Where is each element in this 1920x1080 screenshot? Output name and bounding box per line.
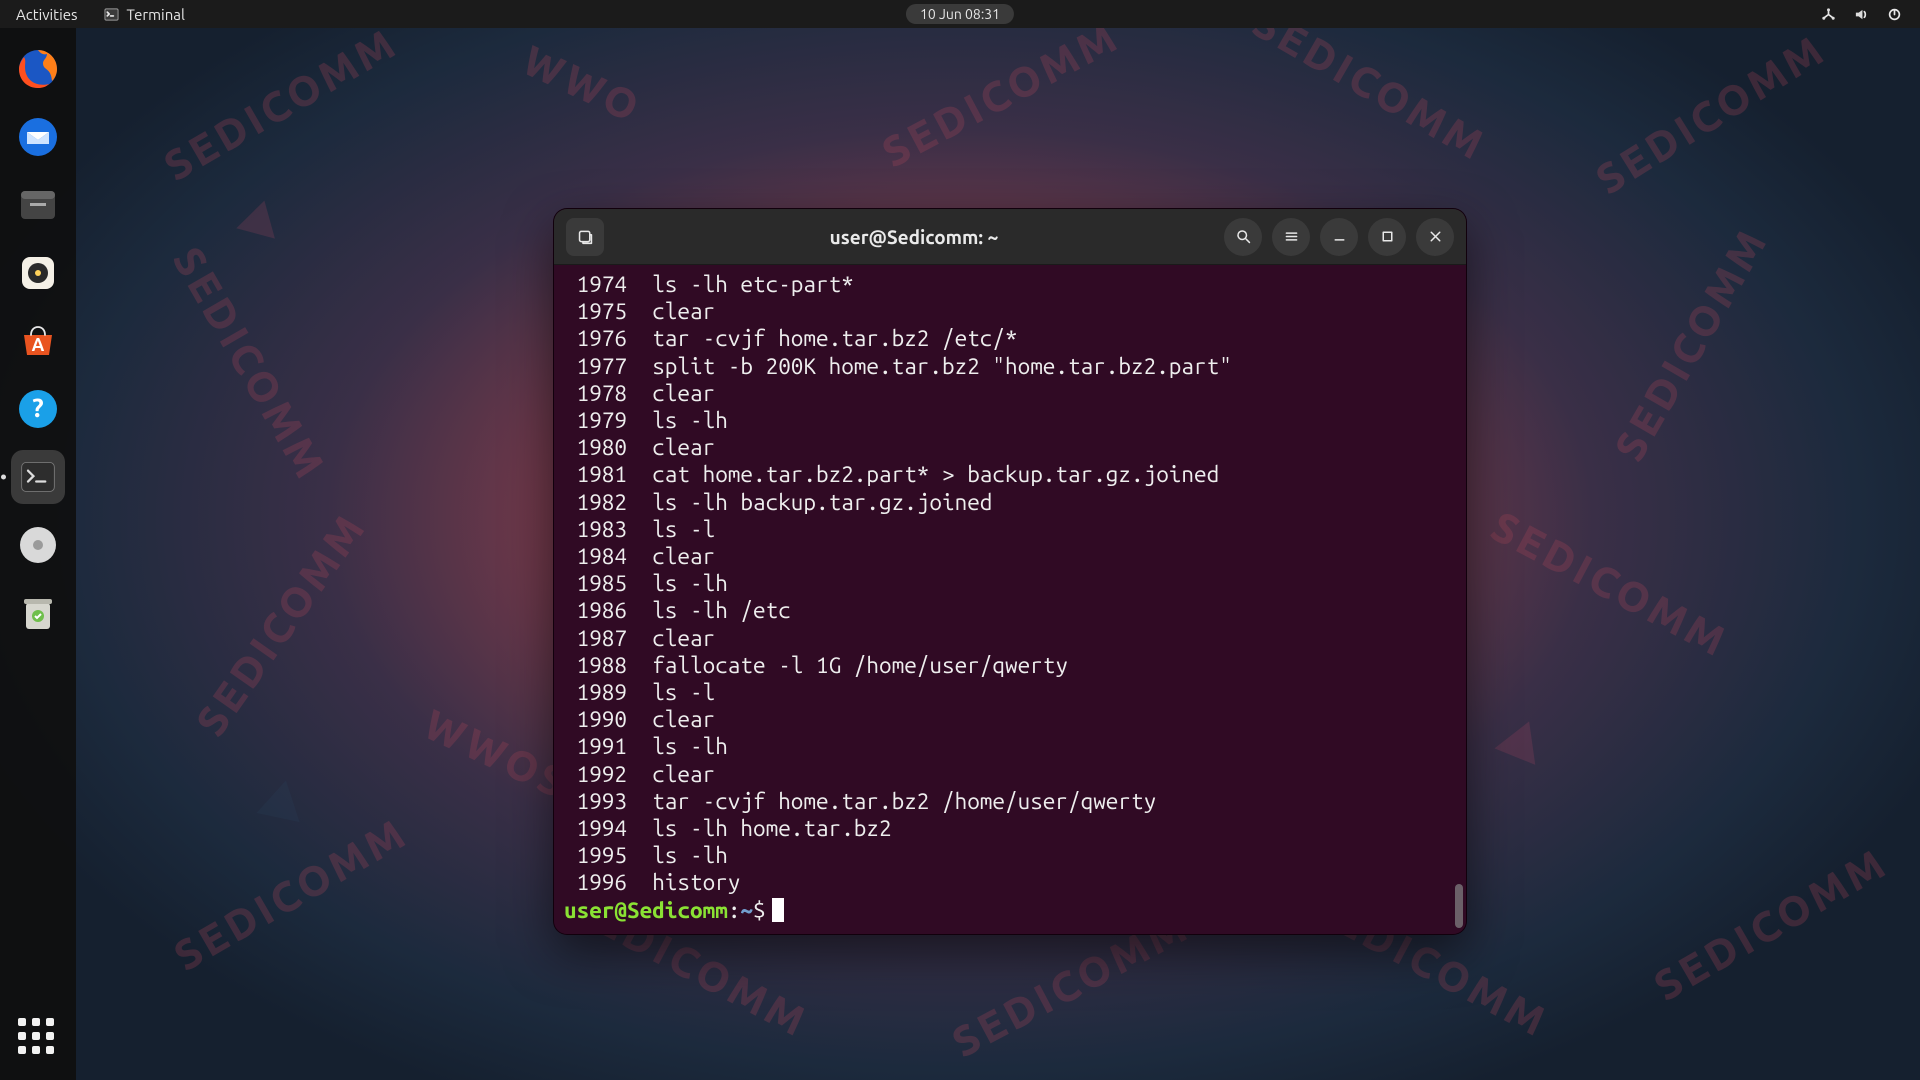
history-line: 1985 ls -lh [564, 570, 1456, 597]
history-line: 1975 clear [564, 298, 1456, 325]
terminal-icon [104, 7, 119, 22]
maximize-icon [1379, 228, 1396, 245]
prompt-user: user@Sedicomm [564, 898, 728, 923]
history-line: 1976 tar -cvjf home.tar.bz2 /etc/* [564, 325, 1456, 352]
close-button[interactable] [1416, 218, 1454, 256]
text-cursor [772, 898, 784, 922]
scrollbar-thumb[interactable] [1455, 884, 1463, 928]
trash-icon [16, 591, 60, 635]
history-line: 1980 clear [564, 434, 1456, 461]
terminal-title: user@Sedicomm: ~ [614, 226, 1214, 248]
dock-software[interactable]: A [11, 314, 65, 368]
close-icon [1427, 228, 1444, 245]
history-line: 1993 tar -cvjf home.tar.bz2 /home/user/q… [564, 788, 1456, 815]
disk-icon [16, 523, 60, 567]
prompt-line: user@Sedicomm:~$ [564, 897, 1456, 924]
terminal-body[interactable]: 1974 ls -lh etc-part* 1975 clear 1976 ta… [554, 265, 1466, 934]
software-icon: A [16, 319, 60, 363]
history-output: 1974 ls -lh etc-part* 1975 clear 1976 ta… [564, 271, 1456, 897]
history-line: 1974 ls -lh etc-part* [564, 271, 1456, 298]
history-line: 1984 clear [564, 543, 1456, 570]
history-line: 1995 ls -lh [564, 842, 1456, 869]
dock-help[interactable]: ? [11, 382, 65, 436]
dock-disk[interactable] [11, 518, 65, 572]
show-applications-button[interactable] [18, 1018, 58, 1058]
system-status-area[interactable] [1821, 7, 1920, 22]
dock-thunderbird[interactable] [11, 110, 65, 164]
files-icon [16, 183, 60, 227]
prompt-path: ~ [740, 898, 753, 923]
activities-label: Activities [16, 6, 78, 23]
dock-firefox[interactable] [11, 42, 65, 96]
clock-text: 10 Jun 08:31 [920, 6, 1000, 22]
prompt-symbol: $ [753, 898, 766, 923]
history-line: 1979 ls -lh [564, 407, 1456, 434]
minimize-button[interactable] [1320, 218, 1358, 256]
search-button[interactable] [1224, 218, 1262, 256]
history-line: 1983 ls -l [564, 516, 1456, 543]
dock-terminal[interactable] [11, 450, 65, 504]
power-icon [1887, 7, 1902, 22]
thunderbird-icon [16, 115, 60, 159]
dock: A ? [0, 28, 76, 1080]
rhythmbox-icon [16, 251, 60, 295]
new-tab-button[interactable] [566, 218, 604, 256]
history-line: 1994 ls -lh home.tar.bz2 [564, 815, 1456, 842]
history-line: 1996 history [564, 869, 1456, 896]
history-line: 1977 split -b 200K home.tar.bz2 "home.ta… [564, 353, 1456, 380]
firefox-icon [16, 47, 60, 91]
terminal-titlebar[interactable]: user@Sedicomm: ~ [554, 209, 1466, 265]
active-app-label: Terminal [127, 6, 185, 23]
network-icon [1821, 7, 1836, 22]
svg-text:?: ? [32, 393, 43, 422]
dock-files[interactable] [11, 178, 65, 232]
terminal-app-icon [18, 457, 58, 497]
active-app-menu[interactable]: Terminal [104, 6, 185, 23]
hamburger-icon [1283, 228, 1300, 245]
history-line: 1990 clear [564, 706, 1456, 733]
top-panel: Activities Terminal 10 Jun 08:31 [0, 0, 1920, 28]
history-line: 1989 ls -l [564, 679, 1456, 706]
history-line: 1988 fallocate -l 1G /home/user/qwerty [564, 652, 1456, 679]
history-line: 1987 clear [564, 625, 1456, 652]
svg-text:A: A [32, 335, 45, 355]
menu-button[interactable] [1272, 218, 1310, 256]
history-line: 1981 cat home.tar.bz2.part* > backup.tar… [564, 461, 1456, 488]
new-tab-icon [577, 228, 594, 245]
history-line: 1991 ls -lh [564, 733, 1456, 760]
search-icon [1235, 228, 1252, 245]
minimize-icon [1331, 228, 1348, 245]
history-line: 1978 clear [564, 380, 1456, 407]
maximize-button[interactable] [1368, 218, 1406, 256]
volume-icon [1854, 7, 1869, 22]
clock[interactable]: 10 Jun 08:31 [906, 4, 1014, 24]
activities-button[interactable]: Activities [16, 6, 78, 23]
dock-trash[interactable] [11, 586, 65, 640]
history-line: 1982 ls -lh backup.tar.gz.joined [564, 489, 1456, 516]
terminal-window: user@Sedicomm: ~ 1974 ls -lh etc-part* 1… [553, 208, 1467, 935]
history-line: 1986 ls -lh /etc [564, 597, 1456, 624]
help-icon: ? [16, 387, 60, 431]
history-line: 1992 clear [564, 761, 1456, 788]
dock-rhythmbox[interactable] [11, 246, 65, 300]
